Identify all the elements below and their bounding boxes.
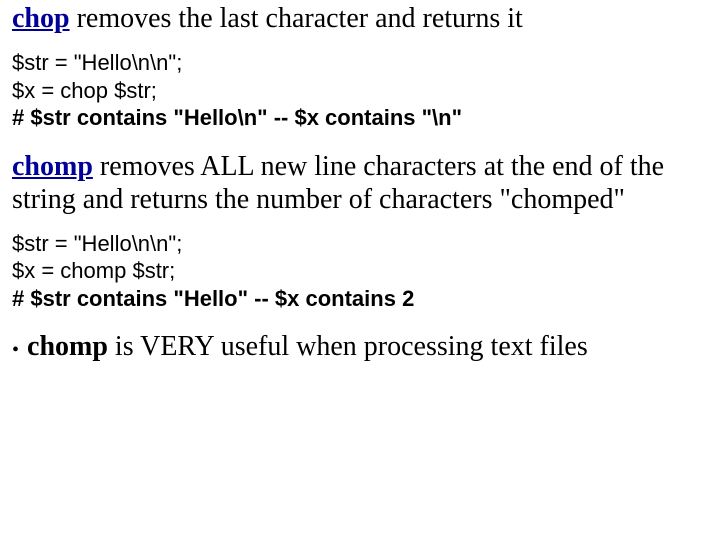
code-line: $x = chomp $str; — [12, 257, 708, 285]
code-line: $x = chop $str; — [12, 77, 708, 105]
slide: chop removes the last character and retu… — [0, 0, 720, 540]
bullet-text: chomp is VERY useful when processing tex… — [27, 330, 588, 363]
bullet-dot-icon: • — [12, 330, 19, 364]
chomp-description: chomp removes ALL new line characters at… — [12, 150, 708, 216]
chop-desc-text: removes the last character and returns i… — [70, 3, 523, 34]
chop-code-block: $str = "Hello\n\n"; $x = chop $str; # $s… — [12, 49, 708, 132]
code-line: $str = "Hello\n\n"; — [12, 230, 708, 258]
chomp-desc-text: removes ALL new line characters at the e… — [12, 151, 664, 215]
code-line-comment: # $str contains "Hello" -- $x contains 2 — [12, 285, 708, 313]
bullet-item: • chomp is VERY useful when processing t… — [12, 330, 708, 364]
bullet-keyword: chomp — [27, 331, 108, 362]
bullet-rest: is VERY useful when processing text file… — [108, 331, 588, 362]
chop-keyword: chop — [12, 3, 70, 34]
chomp-code-block: $str = "Hello\n\n"; $x = chomp $str; # $… — [12, 230, 708, 313]
code-line-comment: # $str contains "Hello\n" -- $x contains… — [12, 104, 708, 132]
chop-description: chop removes the last character and retu… — [12, 2, 708, 35]
chomp-keyword: chomp — [12, 151, 93, 182]
code-line: $str = "Hello\n\n"; — [12, 49, 708, 77]
